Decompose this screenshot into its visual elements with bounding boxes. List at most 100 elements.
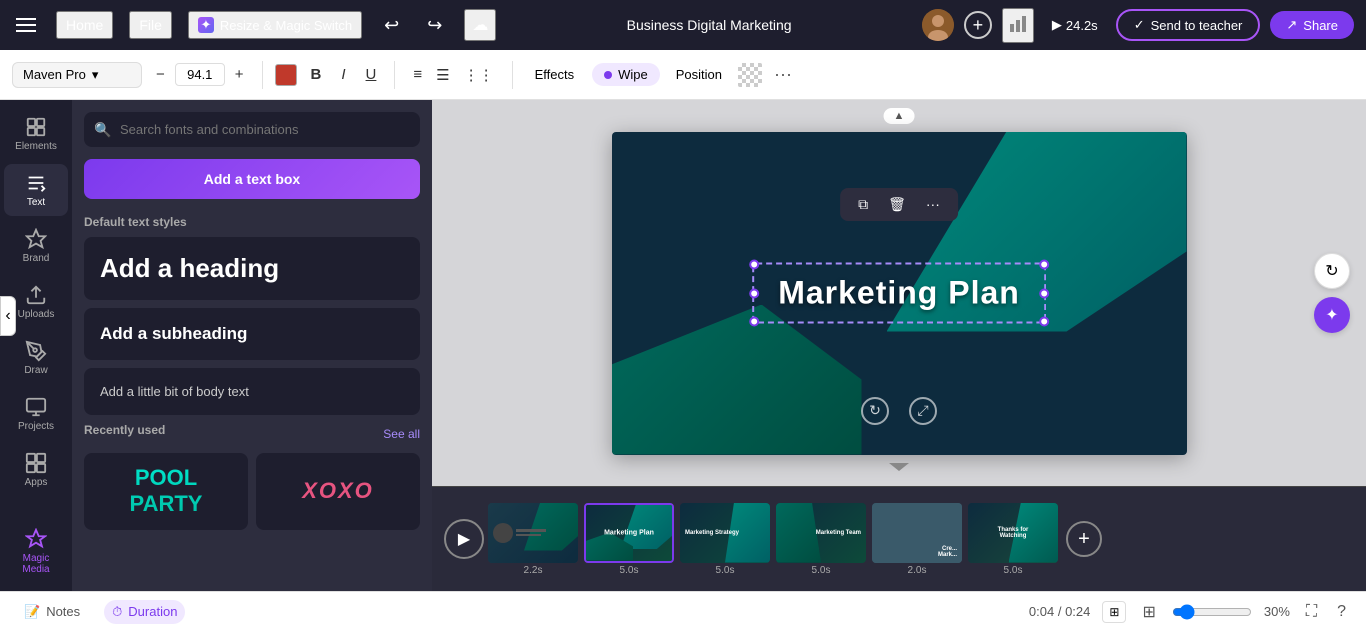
subheading-style-item[interactable]: Add a subheading — [84, 308, 420, 360]
rotate-handle[interactable]: ↻ — [861, 397, 889, 425]
slide-canvas[interactable]: ⧉ 🗑 ··· Marketing Plan — [612, 132, 1187, 455]
font-size-decrease-button[interactable]: − — [150, 62, 171, 87]
wipe-button[interactable]: Wipe — [592, 63, 660, 86]
sidebar-item-label: Magic Media — [10, 553, 62, 575]
resize-magic-button[interactable]: ✦ Resize & Magic Switch — [188, 11, 362, 39]
bold-button[interactable]: B — [305, 62, 328, 87]
align-group: ≡ ☰ ⋮⋮ — [407, 62, 499, 88]
font-size-input[interactable] — [175, 63, 225, 86]
send-to-teacher-button[interactable]: ✓ Send to teacher — [1116, 9, 1261, 41]
font-preview-xoxo[interactable]: XOXO — [256, 453, 420, 530]
slide-thumbnail: Cre...Mark... — [872, 503, 962, 563]
strip-slide-3[interactable]: Marketing Strategy 5.0s — [680, 503, 770, 576]
italic-button[interactable]: I — [335, 62, 351, 87]
strip-slides: 2.2s Marketing Plan 5.0s — [488, 503, 1058, 576]
help-button[interactable]: ? — [1333, 601, 1350, 623]
selection-delete-button[interactable]: 🗑 — [882, 194, 912, 215]
strip-slide-5[interactable]: Cre...Mark... 2.0s — [872, 503, 962, 576]
page-view-button[interactable]: ⊞ — [1102, 601, 1126, 623]
sidebar-item-label: Brand — [23, 253, 50, 264]
slide-time: 5.0s — [968, 565, 1058, 576]
align-left-button[interactable]: ≡ — [407, 62, 428, 88]
selection-handle-tr[interactable] — [1039, 260, 1049, 270]
slide-time: 2.0s — [872, 565, 962, 576]
cloud-save-button[interactable]: ☁ — [464, 9, 496, 41]
text-color-button[interactable] — [275, 64, 297, 86]
preview-play-button[interactable]: ▶ 24.2s — [1044, 13, 1106, 37]
slide-title-container[interactable]: Marketing Plan — [752, 263, 1046, 324]
sidebar-item-text[interactable]: Text — [4, 164, 68, 216]
align-right-button[interactable]: ⋮⋮ — [458, 62, 500, 88]
see-all-button[interactable]: See all — [383, 427, 420, 441]
magic-ai-button[interactable]: ✦ — [1314, 297, 1350, 333]
analytics-button[interactable] — [1002, 8, 1034, 43]
slide-time: 5.0s — [680, 565, 770, 576]
zoom-level-display: 30% — [1264, 604, 1290, 619]
notes-button[interactable]: 📝 Notes — [16, 600, 88, 624]
align-list-button[interactable]: ☰ — [430, 62, 455, 88]
font-search-input[interactable] — [84, 112, 420, 147]
redo-button[interactable]: ↪ — [421, 11, 448, 40]
strip-slide-2[interactable]: Marketing Plan 5.0s — [584, 503, 674, 576]
selection-copy-button[interactable]: ⧉ — [852, 194, 874, 215]
magic-rotate-button[interactable]: ↻ — [1314, 253, 1350, 289]
selection-handle-tl[interactable] — [749, 260, 759, 270]
add-slide-button[interactable]: + — [1066, 521, 1102, 557]
file-button[interactable]: File — [129, 11, 172, 39]
selection-handle-br[interactable] — [1039, 317, 1049, 327]
sidebar-item-brand[interactable]: Brand — [4, 220, 68, 272]
sidebar-item-projects[interactable]: Projects — [4, 388, 68, 440]
sidebar-item-elements[interactable]: Elements — [4, 108, 68, 160]
clock-icon: ⏱ — [112, 604, 122, 620]
sidebar-item-magic-media[interactable]: Magic Media — [4, 520, 68, 583]
slide-time: 2.2s — [488, 565, 578, 576]
magic-icon: ✦ — [198, 17, 214, 33]
strip-slide-4[interactable]: Marketing Team 5.0s — [776, 503, 866, 576]
add-text-box-button[interactable]: Add a text box — [84, 159, 420, 199]
page-nav-button[interactable] — [887, 460, 911, 478]
position-button[interactable]: Position — [668, 63, 730, 86]
home-button[interactable]: Home — [56, 11, 113, 39]
hide-panel-button[interactable]: ‹ — [0, 296, 16, 336]
add-collaborator-button[interactable]: + — [964, 11, 992, 39]
transform-handle[interactable]: ⤢ — [909, 397, 937, 425]
fullscreen-button[interactable]: ⛶ — [1302, 601, 1321, 623]
more-options-button[interactable]: ··· — [770, 60, 796, 89]
slide-thumbnail: Marketing Team — [776, 503, 866, 563]
wipe-dot-icon — [604, 71, 612, 79]
sidebar-item-apps[interactable]: Apps — [4, 444, 68, 496]
selection-handle-bl[interactable] — [749, 317, 759, 327]
grid-view-button[interactable]: ⊞ — [1138, 600, 1159, 624]
canvas-right-tools: ↻ ✦ — [1314, 253, 1350, 333]
share-button[interactable]: ↗ Share — [1270, 11, 1354, 39]
strip-slide-6[interactable]: Thanks forWatching 5.0s — [968, 503, 1058, 576]
heading-style-item[interactable]: Add a heading — [84, 237, 420, 300]
body-style-item[interactable]: Add a little bit of body text — [84, 368, 420, 415]
selection-more-button[interactable]: ··· — [920, 194, 946, 214]
font-preview-pool-party[interactable]: POOL PARTY — [84, 453, 248, 530]
slide-thumbnail — [488, 503, 578, 563]
play-button[interactable]: ▶ — [444, 519, 484, 559]
font-size-increase-button[interactable]: + — [229, 62, 250, 87]
hamburger-menu[interactable] — [12, 14, 40, 36]
separator — [512, 61, 513, 89]
sidebar-item-label: Elements — [15, 141, 57, 152]
canvas-area: ▲ ⧉ 🗑 ··· — [432, 100, 1366, 591]
font-size-group: − + — [150, 62, 250, 87]
strip-slide-1[interactable]: 2.2s — [488, 503, 578, 576]
effects-button[interactable]: Effects — [525, 63, 585, 86]
duration-button[interactable]: ⏱ Duration — [104, 600, 185, 624]
undo-button[interactable]: ↩ — [378, 11, 405, 40]
slide-thumbnail: Marketing Plan — [584, 503, 674, 563]
selection-handle-ml[interactable] — [749, 288, 759, 298]
separator — [394, 61, 395, 89]
font-family-selector[interactable]: Maven Pro ▾ — [12, 62, 142, 88]
play-icon: ▶ — [1052, 17, 1062, 33]
zoom-slider[interactable] — [1172, 604, 1252, 620]
sidebar-item-draw[interactable]: Draw — [4, 332, 68, 384]
transparency-button[interactable] — [738, 63, 762, 87]
user-avatar[interactable] — [922, 9, 954, 41]
collapse-panel-button[interactable]: ▲ — [884, 108, 915, 124]
underline-button[interactable]: U — [360, 62, 383, 87]
selection-handle-mr[interactable] — [1039, 288, 1049, 298]
